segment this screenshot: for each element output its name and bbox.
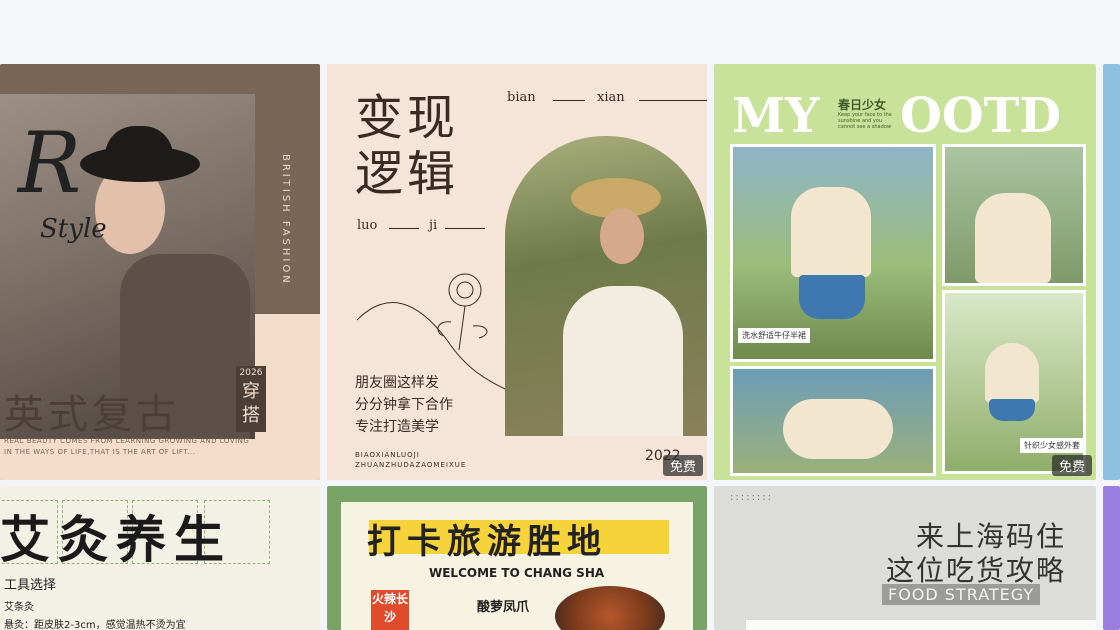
card-line: 分分钟拿下合作 <box>355 397 453 413</box>
card-tag-sub: Keep your face to the sunshine and you c… <box>838 112 892 130</box>
template-card-ootd[interactable]: MY 春日少女 Keep your face to the sunshine a… <box>714 64 1096 480</box>
card-title: 英式复古 <box>4 392 180 438</box>
template-card-british-retro[interactable]: R Style BRITISH FASHION 英式复古 2026 穿搭 REA… <box>0 64 320 480</box>
pinyin-top-2: xian <box>597 90 625 105</box>
card-title: 变现逻辑 <box>355 90 460 202</box>
ootd-caption: 洗水舒适牛仔半裙 <box>738 328 810 343</box>
ootd-caption: 针织少女感外套 <box>1020 438 1084 453</box>
card-body-lines: 朋友圈这样发 分分钟拿下合作 专注打造美学 <box>355 372 453 438</box>
card-content-strip <box>746 620 1096 630</box>
photo-figure <box>783 399 893 459</box>
divider <box>639 100 707 101</box>
photo-figure <box>791 187 871 277</box>
photo-figure-hat-brim <box>80 146 200 182</box>
template-card-partial[interactable] <box>1103 64 1120 480</box>
ootd-photo <box>942 144 1086 286</box>
photo-figure <box>975 193 1051 283</box>
card-title-line: 这位吃货攻略 <box>886 554 1067 587</box>
photo-figure <box>985 343 1039 403</box>
divider <box>553 100 585 101</box>
card-line: 专注打造美学 <box>355 419 439 435</box>
card-title: 来上海码住 这位吃货攻略 <box>886 520 1066 588</box>
footer-line: ZHUANZHUDAZAOMEIXUE <box>355 461 467 469</box>
top-bar <box>0 0 1120 64</box>
card-line: 朋友圈这样发 <box>355 375 439 391</box>
card-en-label: FOOD STRATEGY <box>882 584 1041 605</box>
photo-figure-skirt <box>989 399 1035 421</box>
card-welcome: WELCOME TO CHANG SHA <box>429 566 605 580</box>
card-title-left: MY <box>732 88 820 144</box>
card-year: 2026 <box>236 366 266 380</box>
card-script-letter: R <box>18 114 82 212</box>
card-title-right: OOTD <box>900 88 1061 144</box>
free-badge: 免费 <box>1051 455 1092 476</box>
card-dish-label: 酸萝凤爪 <box>477 600 530 615</box>
photo-figure-face <box>600 208 644 264</box>
card-photo <box>505 136 707 436</box>
template-card-travel[interactable]: 打卡旅游胜地 WELCOME TO CHANG SHA 火辣长沙 酸萝凤爪 <box>327 486 707 630</box>
card-title: 艾灸养生 <box>0 511 232 569</box>
ootd-photo <box>730 366 936 476</box>
pinyin-mid-2: ji <box>429 218 438 233</box>
template-card-monetization[interactable]: 变现逻辑 bian xian luo ji 朋友圈这样发 分分钟拿下合作 专注打… <box>327 64 707 480</box>
free-badge: 免费 <box>662 455 703 476</box>
card-tag: 春日少女 <box>838 98 887 112</box>
card-title: 打卡旅游胜地 <box>367 522 607 562</box>
template-card-moxibustion[interactable]: 艾灸养生 工具选择 艾条灸 悬灸：距皮肤2-3cm，感觉温热不烫为宜 <box>0 486 320 630</box>
footer-line: BIAOXIANLUOJI <box>355 451 420 459</box>
card-footer-text: BIAOXIANLUOJI ZHUANZHUDAZAOMEIXUE <box>355 450 466 470</box>
card-red-label: 火辣长沙 <box>371 590 409 630</box>
template-card-food-strategy[interactable]: :::::::: 来上海码住 这位吃货攻略 FOOD STRATEGY <box>714 486 1096 630</box>
pinyin-mid-1: luo <box>357 218 378 233</box>
pinyin-top-1: bian <box>507 90 536 105</box>
template-card-partial[interactable] <box>1103 486 1120 630</box>
photo-figure-skirt <box>799 275 865 319</box>
photo-figure-dress <box>563 286 683 436</box>
rose-line-art <box>356 273 508 390</box>
divider <box>389 228 419 229</box>
card-line: 艾条灸 <box>4 602 34 613</box>
card-small-text: REAL BEAUTY COMES FROM LEARNING GROWING … <box>4 437 250 456</box>
card-title-line: 来上海码住 <box>915 520 1066 553</box>
divider <box>445 228 485 229</box>
card-vertical-text: BRITISH FASHION <box>280 154 291 286</box>
card-line: 悬灸：距皮肤2-3cm，感觉温热不烫为宜 <box>4 620 186 630</box>
card-title-side: 穿搭 <box>236 380 266 432</box>
card-dots: :::::::: <box>730 492 773 503</box>
card-script-word: Style <box>40 214 107 244</box>
card-subtitle: 工具选择 <box>4 578 57 593</box>
